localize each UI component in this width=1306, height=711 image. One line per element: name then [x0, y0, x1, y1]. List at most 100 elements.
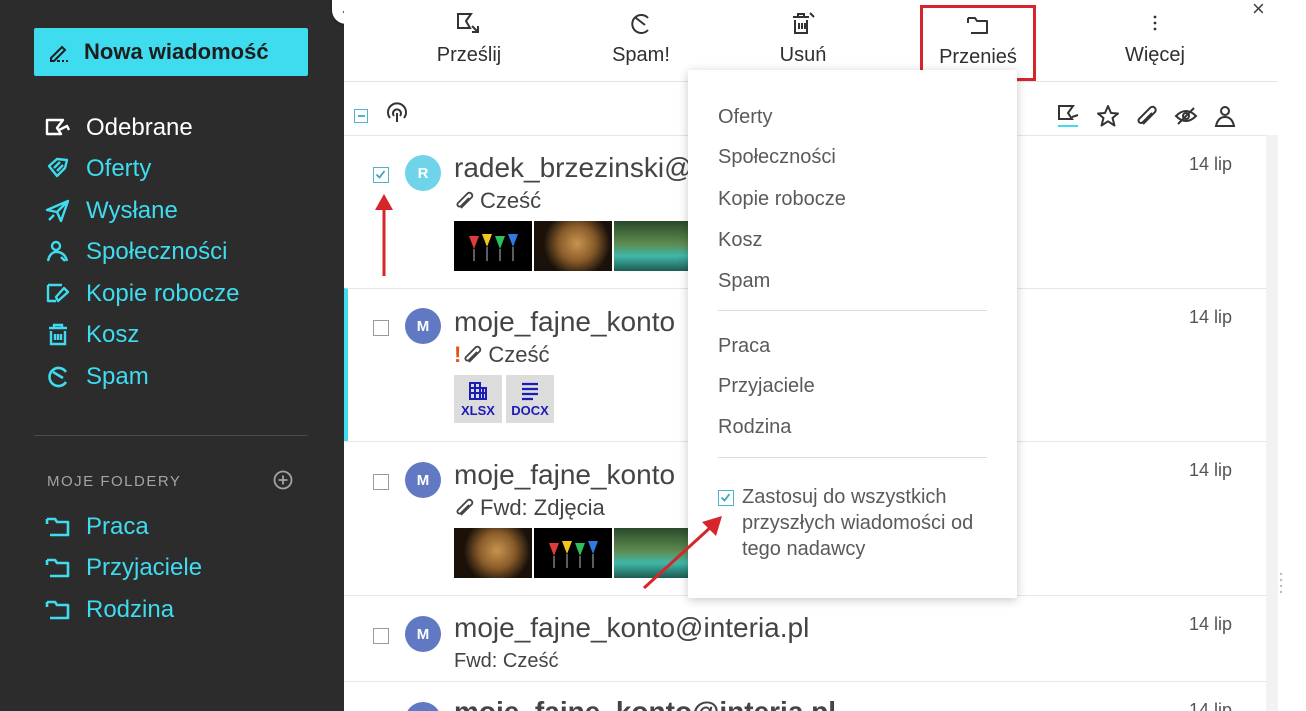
custom-folders: Praca Przyjaciele Rodzina — [44, 506, 202, 631]
message-sender: moje_fajne_konto — [454, 306, 676, 337]
file-type-label: DOCX — [511, 402, 549, 418]
sidebar-item-kosz[interactable]: Kosz — [44, 315, 239, 357]
apply-all-label: Zastosuj do wszystkich przyszłych wiadom… — [742, 486, 974, 560]
filter-contacts-icon[interactable] — [1212, 103, 1238, 129]
message-checkbox[interactable] — [373, 167, 389, 183]
compose-label: Nowa wiadomość — [84, 39, 269, 64]
move-menu-item-rodzina[interactable]: Rodzina — [718, 416, 791, 439]
avatar: R — [405, 155, 441, 191]
checkmark-icon — [375, 170, 386, 179]
sidebar-item-label: Kosz — [86, 321, 140, 349]
message-checkbox[interactable] — [373, 320, 389, 336]
sidebar-item-label: Społeczności — [86, 238, 228, 266]
sidebar-item-spolecznosci[interactable]: Społeczności — [44, 232, 239, 274]
forward-icon — [457, 13, 479, 33]
forest-image-thumbnail[interactable] — [614, 221, 692, 271]
xlsx-file-tile[interactable]: XLSX — [454, 375, 502, 423]
attachment-icon — [456, 191, 474, 209]
sidebar-item-odebrane[interactable]: Odebrane — [44, 107, 239, 149]
add-folder-icon[interactable] — [272, 469, 294, 491]
inbox-icon — [44, 114, 72, 142]
delete-label: Usuń — [779, 44, 827, 66]
message-checkbox[interactable] — [373, 628, 389, 644]
folder-icon — [44, 596, 72, 624]
more-button[interactable]: Więcej — [1120, 6, 1190, 78]
send-icon — [44, 197, 72, 225]
drinks-image-thumbnail[interactable] — [454, 221, 532, 271]
sidebar-item-praca[interactable]: Praca — [44, 506, 202, 548]
refresh-icon[interactable] — [384, 100, 410, 126]
important-icon: ! — [454, 342, 462, 367]
move-menu-item-przyjaciele[interactable]: Przyjaciele — [718, 375, 815, 398]
move-menu-item-praca[interactable]: Praca — [718, 335, 770, 358]
attachment-thumbnails — [454, 221, 692, 271]
folder-icon — [967, 17, 988, 34]
move-menu-item-oferty[interactable]: Oferty — [718, 106, 772, 129]
trash-icon — [793, 12, 815, 34]
lion-image-thumbnail[interactable] — [534, 221, 612, 271]
message-subject-text: Cześć — [488, 342, 550, 367]
sidebar-item-label: Oferty — [86, 155, 152, 183]
resize-grip-icon[interactable] — [1278, 568, 1284, 596]
drinks-image-thumbnail[interactable] — [534, 528, 612, 578]
close-button[interactable]: × — [1252, 0, 1265, 22]
spreadsheet-icon — [469, 381, 487, 400]
spam-button[interactable]: Spam! — [606, 6, 676, 78]
attachment-thumbnails — [454, 528, 692, 578]
tag-icon — [44, 155, 72, 183]
sidebar-item-label: Spam — [86, 362, 149, 390]
message-date: 14 lip — [1189, 700, 1233, 711]
sidebar-item-rodzina[interactable]: Rodzina — [44, 589, 202, 631]
menu-divider — [718, 310, 987, 311]
compose-button[interactable]: Nowa wiadomość — [34, 28, 308, 76]
message-subject: ! Cześć — [454, 342, 549, 368]
message-row[interactable]: M moje_fajne_konto@interia.pl Fwd: Cześć… — [344, 595, 1266, 681]
lion-image-thumbnail[interactable] — [454, 528, 532, 578]
filter-attachment-icon[interactable] — [1134, 103, 1160, 129]
sidebar-item-label: Praca — [86, 512, 149, 540]
message-sender: radek_brzezinski@ — [454, 152, 693, 183]
avatar: M — [405, 616, 441, 652]
message-date: 14 lip — [1189, 614, 1233, 634]
message-subject: Fwd: Zdjęcia — [454, 495, 605, 521]
sidebar-item-label: Kopie robocze — [86, 279, 240, 307]
select-all-checkbox[interactable] — [354, 109, 368, 123]
scrollbar-track[interactable] — [1266, 135, 1278, 711]
sidebar-item-spam[interactable]: Spam — [44, 356, 239, 398]
message-row[interactable]: M moje_fajne_konto@interia.pl 14 lip — [344, 681, 1266, 711]
more-vertical-icon — [1153, 15, 1157, 31]
message-subject: Fwd: Cześć — [454, 650, 558, 673]
message-sender: moje_fajne_konto — [454, 459, 676, 490]
message-subject: Cześć — [454, 188, 541, 214]
folder-nav: Odebrane Oferty Wysłane Społeczności Kop… — [44, 107, 239, 398]
document-icon — [522, 382, 538, 400]
spam-label: Spam! — [612, 44, 670, 66]
sidebar-divider — [34, 435, 308, 436]
sidebar-item-label: Wysłane — [86, 196, 178, 224]
filter-hidden-icon[interactable] — [1173, 103, 1199, 129]
move-to-folder-menu: Oferty Społeczności Kopie robocze Kosz S… — [688, 70, 1017, 598]
attachment-files: XLSX DOCX — [454, 375, 556, 423]
move-menu-item-kosz[interactable]: Kosz — [718, 229, 762, 252]
trash-icon — [44, 321, 72, 349]
filter-unread-icon[interactable] — [1056, 103, 1082, 129]
sidebar-item-oferty[interactable]: Oferty — [44, 149, 239, 191]
message-checkbox[interactable] — [373, 474, 389, 490]
delete-button[interactable]: Usuń — [768, 6, 838, 78]
move-menu-item-kopie-robocze[interactable]: Kopie robocze — [718, 188, 846, 211]
move-menu-item-spolecznosci[interactable]: Społeczności — [718, 146, 836, 169]
sidebar-item-wyslane[interactable]: Wysłane — [44, 190, 239, 232]
apply-all-checkbox[interactable] — [718, 490, 734, 506]
move-menu-item-spam[interactable]: Spam — [718, 270, 770, 293]
forward-button[interactable]: Prześlij — [434, 6, 504, 78]
folder-icon — [44, 554, 72, 582]
docx-file-tile[interactable]: DOCX — [506, 375, 554, 423]
move-label: Przenieś — [939, 46, 1017, 68]
message-subject-text: Fwd: Zdjęcia — [480, 495, 605, 520]
filter-starred-icon[interactable] — [1095, 103, 1121, 129]
sidebar: Nowa wiadomość Odebrane Oferty Wysłane S… — [0, 0, 344, 711]
forest-image-thumbnail[interactable] — [614, 528, 692, 578]
attachment-icon — [464, 345, 482, 363]
sidebar-item-przyjaciele[interactable]: Przyjaciele — [44, 548, 202, 590]
sidebar-item-kopie-robocze[interactable]: Kopie robocze — [44, 273, 239, 315]
